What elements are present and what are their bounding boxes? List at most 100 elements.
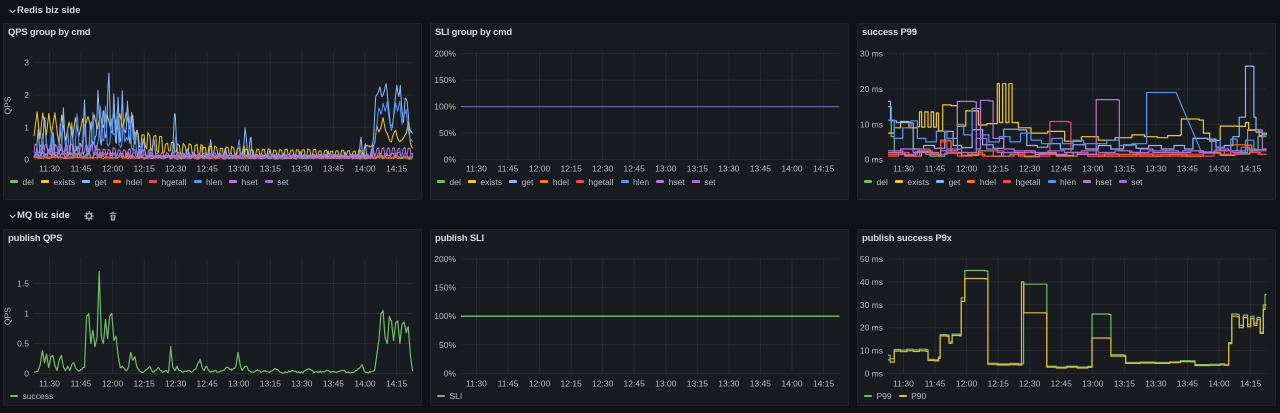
svg-text:10 ms: 10 ms bbox=[860, 119, 883, 129]
svg-text:13:45: 13:45 bbox=[323, 379, 345, 389]
svg-text:50%: 50% bbox=[439, 128, 456, 138]
svg-text:12:45: 12:45 bbox=[197, 379, 219, 389]
svg-text:14:00: 14:00 bbox=[354, 164, 376, 174]
svg-text:14:00: 14:00 bbox=[354, 379, 376, 389]
svg-text:12:00: 12:00 bbox=[529, 164, 551, 174]
svg-text:12:30: 12:30 bbox=[592, 164, 614, 174]
svg-text:13:45: 13:45 bbox=[1177, 379, 1199, 389]
svg-text:14:00: 14:00 bbox=[1208, 164, 1230, 174]
svg-text:0: 0 bbox=[24, 155, 29, 165]
svg-text:12:00: 12:00 bbox=[529, 379, 551, 389]
svg-text:0%: 0% bbox=[444, 369, 457, 379]
svg-text:12:30: 12:30 bbox=[1019, 379, 1041, 389]
svg-text:30 ms: 30 ms bbox=[860, 300, 883, 310]
svg-text:11:45: 11:45 bbox=[925, 379, 946, 389]
svg-text:50 ms: 50 ms bbox=[860, 254, 883, 264]
svg-text:0 ms: 0 ms bbox=[865, 369, 883, 379]
svg-text:QPS: QPS bbox=[4, 96, 13, 114]
svg-text:12:30: 12:30 bbox=[165, 379, 187, 389]
svg-text:0: 0 bbox=[24, 369, 29, 379]
svg-text:12:45: 12:45 bbox=[624, 379, 646, 389]
svg-text:14:00: 14:00 bbox=[781, 379, 803, 389]
svg-text:13:00: 13:00 bbox=[655, 164, 677, 174]
svg-text:13:00: 13:00 bbox=[228, 164, 250, 174]
svg-text:100%: 100% bbox=[434, 102, 456, 112]
svg-text:12:45: 12:45 bbox=[197, 164, 219, 174]
svg-text:2: 2 bbox=[24, 90, 29, 100]
svg-text:13:15: 13:15 bbox=[260, 379, 282, 389]
svg-text:14:15: 14:15 bbox=[1240, 379, 1262, 389]
svg-text:QPS: QPS bbox=[4, 307, 13, 325]
svg-text:12:00: 12:00 bbox=[956, 164, 978, 174]
svg-text:13:00: 13:00 bbox=[655, 379, 677, 389]
svg-text:11:30: 11:30 bbox=[893, 164, 914, 174]
svg-text:13:00: 13:00 bbox=[228, 379, 250, 389]
svg-text:14:00: 14:00 bbox=[1208, 379, 1230, 389]
svg-text:12:00: 12:00 bbox=[956, 379, 978, 389]
svg-text:20 ms: 20 ms bbox=[860, 323, 883, 333]
svg-text:0.5: 0.5 bbox=[17, 339, 29, 349]
svg-text:14:15: 14:15 bbox=[813, 164, 835, 174]
svg-text:13:30: 13:30 bbox=[291, 379, 313, 389]
svg-text:11:45: 11:45 bbox=[498, 379, 519, 389]
svg-text:50%: 50% bbox=[439, 340, 456, 350]
svg-text:13:15: 13:15 bbox=[1114, 379, 1136, 389]
svg-text:13:45: 13:45 bbox=[750, 164, 772, 174]
svg-text:13:45: 13:45 bbox=[1177, 164, 1199, 174]
svg-text:0 ms: 0 ms bbox=[865, 155, 883, 165]
svg-text:14:00: 14:00 bbox=[781, 164, 803, 174]
svg-text:13:30: 13:30 bbox=[718, 379, 740, 389]
svg-text:12:15: 12:15 bbox=[134, 164, 156, 174]
svg-text:40 ms: 40 ms bbox=[860, 277, 883, 287]
svg-text:12:15: 12:15 bbox=[561, 379, 583, 389]
svg-text:150%: 150% bbox=[434, 75, 456, 85]
svg-text:3: 3 bbox=[24, 58, 29, 68]
svg-text:14:15: 14:15 bbox=[386, 379, 408, 389]
svg-text:13:30: 13:30 bbox=[1145, 164, 1167, 174]
svg-text:13:00: 13:00 bbox=[1082, 164, 1104, 174]
svg-text:14:15: 14:15 bbox=[813, 379, 835, 389]
svg-text:12:00: 12:00 bbox=[102, 164, 124, 174]
svg-text:12:15: 12:15 bbox=[988, 164, 1010, 174]
svg-text:13:00: 13:00 bbox=[1082, 379, 1104, 389]
svg-text:12:45: 12:45 bbox=[624, 164, 646, 174]
svg-text:13:15: 13:15 bbox=[1114, 164, 1136, 174]
svg-text:14:15: 14:15 bbox=[1240, 164, 1262, 174]
svg-text:12:45: 12:45 bbox=[1051, 164, 1073, 174]
svg-text:200%: 200% bbox=[434, 49, 456, 59]
svg-text:12:30: 12:30 bbox=[165, 164, 187, 174]
svg-text:11:30: 11:30 bbox=[466, 379, 487, 389]
svg-text:13:30: 13:30 bbox=[291, 164, 313, 174]
svg-text:11:30: 11:30 bbox=[466, 164, 487, 174]
svg-text:20 ms: 20 ms bbox=[860, 84, 883, 94]
svg-text:14:15: 14:15 bbox=[386, 164, 408, 174]
svg-text:11:45: 11:45 bbox=[925, 164, 946, 174]
svg-text:1: 1 bbox=[24, 122, 29, 132]
svg-text:150%: 150% bbox=[434, 283, 456, 293]
svg-text:12:15: 12:15 bbox=[988, 379, 1010, 389]
svg-text:12:30: 12:30 bbox=[592, 379, 614, 389]
svg-text:12:45: 12:45 bbox=[1051, 379, 1073, 389]
svg-text:12:30: 12:30 bbox=[1019, 164, 1041, 174]
svg-text:1: 1 bbox=[24, 309, 29, 319]
svg-text:0%: 0% bbox=[444, 155, 457, 165]
svg-text:11:45: 11:45 bbox=[71, 379, 92, 389]
svg-text:11:30: 11:30 bbox=[893, 379, 914, 389]
svg-text:1.5: 1.5 bbox=[17, 279, 29, 289]
svg-text:12:15: 12:15 bbox=[561, 164, 583, 174]
svg-text:100%: 100% bbox=[434, 311, 456, 321]
svg-text:11:45: 11:45 bbox=[71, 164, 92, 174]
svg-text:200%: 200% bbox=[434, 254, 456, 264]
svg-text:13:30: 13:30 bbox=[718, 164, 740, 174]
svg-text:11:30: 11:30 bbox=[39, 379, 60, 389]
svg-text:13:45: 13:45 bbox=[323, 164, 345, 174]
svg-text:12:15: 12:15 bbox=[134, 379, 156, 389]
svg-text:10 ms: 10 ms bbox=[860, 346, 883, 356]
svg-text:11:30: 11:30 bbox=[39, 164, 60, 174]
svg-text:13:30: 13:30 bbox=[1145, 379, 1167, 389]
svg-text:30 ms: 30 ms bbox=[860, 49, 883, 59]
svg-text:13:45: 13:45 bbox=[750, 379, 772, 389]
svg-text:12:00: 12:00 bbox=[102, 379, 124, 389]
svg-text:13:15: 13:15 bbox=[260, 164, 282, 174]
svg-text:13:15: 13:15 bbox=[687, 164, 709, 174]
